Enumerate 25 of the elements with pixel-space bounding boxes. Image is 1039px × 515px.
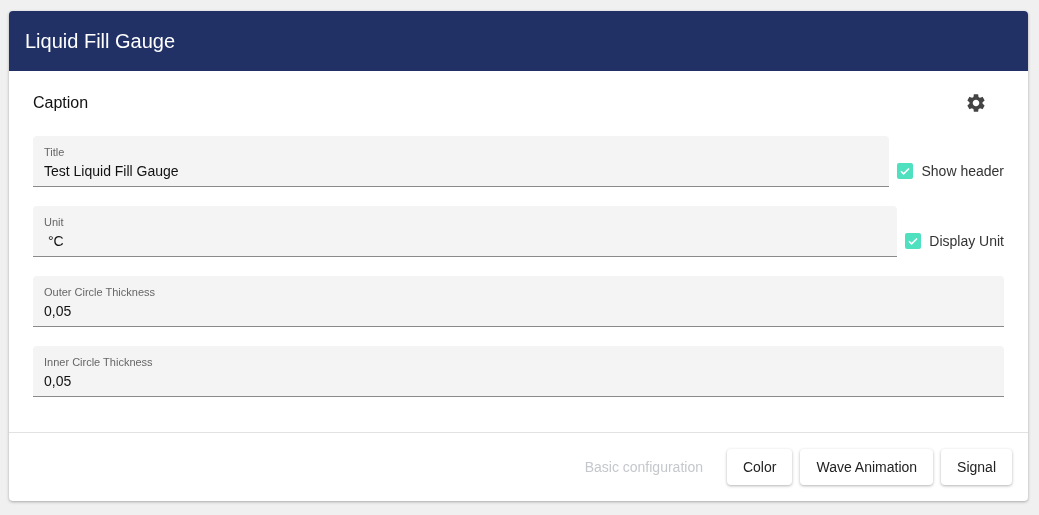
- field-label: Outer Circle Thickness: [44, 286, 157, 298]
- checkbox-label: Display Unit: [929, 233, 1004, 249]
- text-field[interactable]: Outer Circle Thickness 0,05: [33, 276, 1004, 327]
- checkbox[interactable]: [897, 162, 914, 179]
- button[interactable]: Color: [726, 449, 793, 485]
- field-label: Inner Circle Thickness: [44, 356, 154, 368]
- field-value: Test Liquid Fill Gauge: [44, 163, 179, 179]
- field-label: Title: [44, 146, 66, 158]
- checkbox-option[interactable]: Display Unit: [905, 233, 1004, 249]
- text-field[interactable]: Unit °C: [33, 206, 898, 257]
- field-value: °C: [46, 233, 64, 249]
- text-field[interactable]: Inner Circle Thickness 0,05: [33, 346, 1004, 397]
- checkbox-label: Show header: [921, 162, 1004, 179]
- settings-icon[interactable]: [965, 92, 987, 114]
- section-title: Caption: [33, 94, 89, 112]
- button[interactable]: Wave Animation: [800, 449, 934, 485]
- check-icon: [907, 235, 920, 247]
- window-title: Liquid Fill Gauge: [25, 29, 176, 53]
- checkbox-option[interactable]: Show header: [897, 162, 1004, 179]
- checkbox[interactable]: [905, 233, 922, 249]
- field-label: Unit: [44, 216, 65, 228]
- button[interactable]: Signal: [941, 449, 1012, 485]
- text-field[interactable]: Title Test Liquid Fill Gauge: [33, 136, 890, 187]
- field-value: 0,05: [44, 373, 72, 389]
- field-value: 0,05: [44, 303, 72, 319]
